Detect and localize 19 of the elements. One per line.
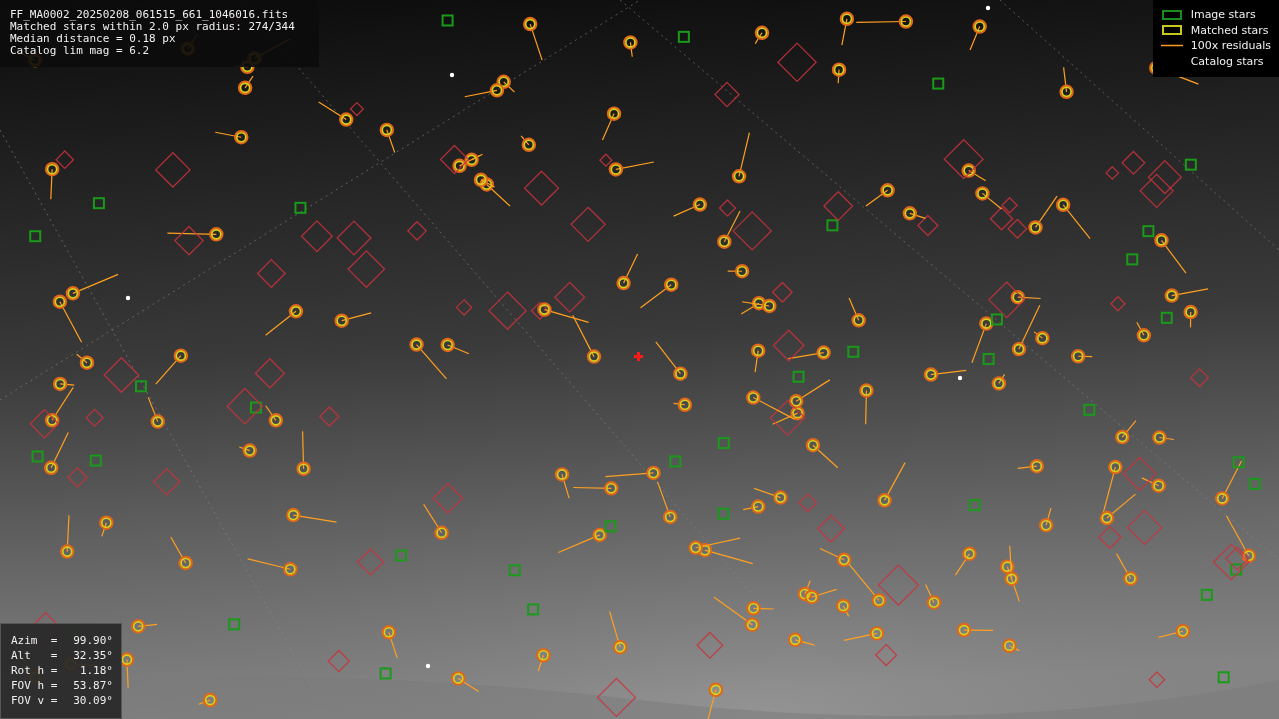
info-text: Catalog lim mag = 6.2 <box>10 45 151 57</box>
center-cross-icon <box>634 352 643 361</box>
info-text: Median distance = 0.18 px <box>10 33 177 45</box>
pointing-value: 32.35° <box>72 648 113 663</box>
pointing-value: 99.90° <box>72 633 113 648</box>
pointing-label: Alt = <box>11 648 59 663</box>
pointing-label: Rot h = <box>11 663 59 678</box>
info-text: FF_MA0002_20250208_061515_661_1046016.fits <box>10 9 290 21</box>
legend-label: Matched stars <box>1190 23 1269 37</box>
pointing-value: 30.09° <box>72 693 113 708</box>
pointing-value: 53.87° <box>72 678 113 693</box>
pointing-value: 1.18° <box>78 663 113 678</box>
legend-label: 100x residuals <box>1190 39 1271 53</box>
legend-label: Image stars <box>1190 8 1256 22</box>
pointing-label: Azim = <box>11 633 59 648</box>
legend-label: Catalog stars <box>1190 54 1264 68</box>
pointing-label: FOV v = <box>11 693 59 708</box>
pointing-label: FOV h = <box>11 678 59 693</box>
info-text: Matched stars within 2.0 px radius: 274/344 <box>10 21 296 33</box>
